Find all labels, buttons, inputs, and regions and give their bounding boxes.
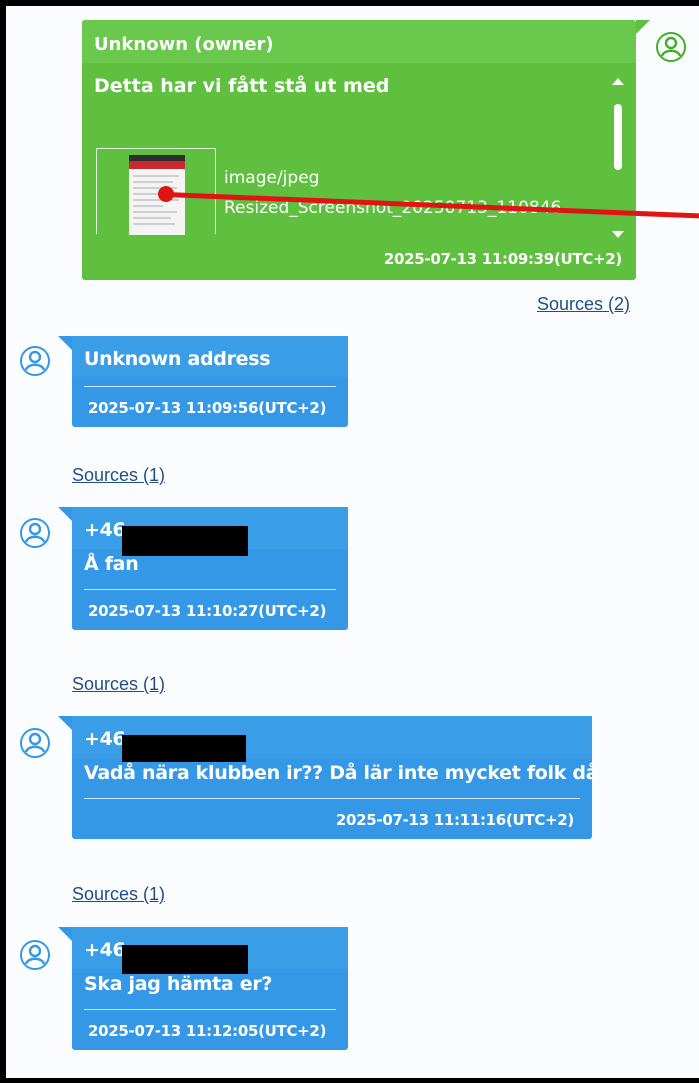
attachment-mime-type: image/jpeg bbox=[224, 168, 320, 188]
message-sender: Unknown address bbox=[72, 336, 348, 378]
sources-link[interactable]: Sources (1) bbox=[72, 674, 165, 695]
chat-transcript: Unknown (owner) Detta har vi fått stå ut… bbox=[0, 0, 699, 1083]
owner-message-bubble[interactable]: Unknown (owner) Detta har vi fått stå ut… bbox=[82, 20, 650, 280]
sender-avatar-icon bbox=[20, 728, 50, 758]
redaction-box bbox=[122, 945, 248, 974]
message-timestamp: 2025-07-13 11:09:39(UTC+2) bbox=[383, 250, 622, 268]
message-text: Vadå nära klubben ir?? Då lär inte mycke… bbox=[84, 762, 599, 784]
scroll-thumb[interactable] bbox=[614, 104, 622, 170]
annotation-arrow-dot bbox=[158, 186, 174, 202]
message-timestamp: 2025-07-13 11:10:27(UTC+2) bbox=[88, 602, 327, 620]
message-text: Detta har vi fått stå ut med bbox=[94, 75, 390, 97]
owner-avatar-icon bbox=[656, 32, 686, 62]
sender-avatar-icon bbox=[20, 940, 50, 970]
sources-link[interactable]: Sources (1) bbox=[72, 465, 165, 486]
redaction-box bbox=[122, 735, 246, 762]
attachment-thumbnail[interactable] bbox=[96, 148, 216, 235]
message-sender: Unknown (owner) bbox=[82, 20, 636, 63]
scroll-down-icon[interactable] bbox=[612, 231, 624, 238]
message-timestamp: 2025-07-13 11:09:56(UTC+2) bbox=[88, 399, 327, 417]
sources-link[interactable]: Sources (1) bbox=[72, 884, 165, 905]
sender-avatar-icon bbox=[20, 346, 50, 376]
scroll-up-icon[interactable] bbox=[612, 78, 624, 85]
message-bubble[interactable]: Unknown address 2025-07-13 11:09:56(UTC+… bbox=[58, 336, 348, 427]
message-timestamp: 2025-07-13 11:11:16(UTC+2) bbox=[335, 811, 574, 829]
message-text: Ska jag hämta er? bbox=[84, 973, 273, 995]
sender-avatar-icon bbox=[20, 518, 50, 548]
sources-link[interactable]: Sources (2) bbox=[537, 294, 630, 315]
message-timestamp: 2025-07-13 11:12:05(UTC+2) bbox=[88, 1022, 327, 1040]
redaction-box bbox=[122, 526, 248, 556]
